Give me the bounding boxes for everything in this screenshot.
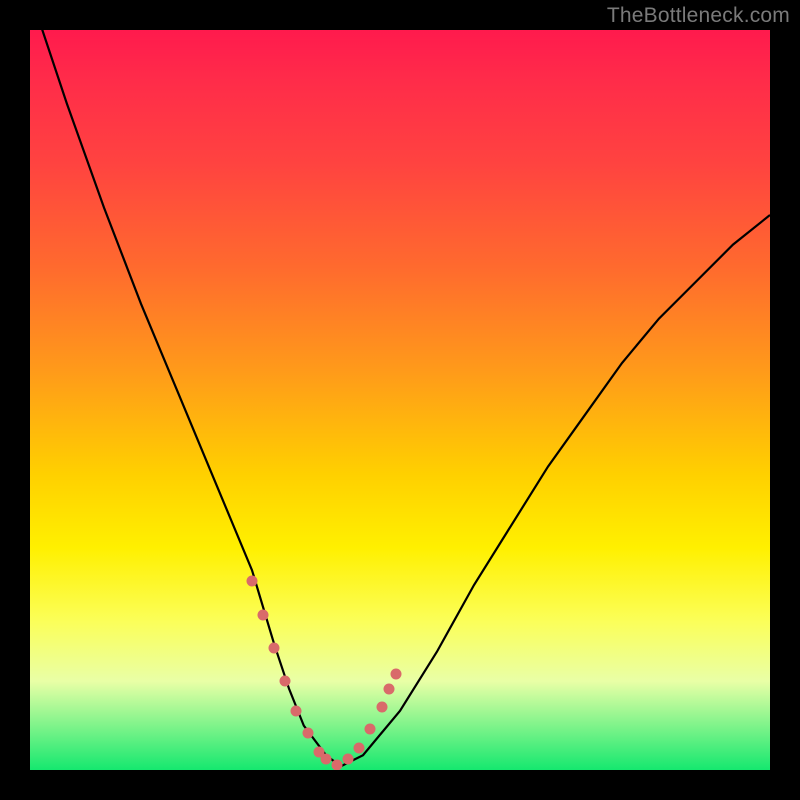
highlight-marker xyxy=(365,724,376,735)
highlight-marker xyxy=(302,728,313,739)
highlight-marker xyxy=(343,753,354,764)
watermark-text: TheBottleneck.com xyxy=(607,4,790,28)
highlight-marker xyxy=(321,753,332,764)
highlight-marker xyxy=(391,668,402,679)
bottleneck-curve xyxy=(30,30,770,770)
highlight-marker xyxy=(383,683,394,694)
highlight-marker xyxy=(269,642,280,653)
chart-frame: TheBottleneck.com xyxy=(0,0,800,800)
highlight-marker xyxy=(247,576,258,587)
plot-area xyxy=(30,30,770,770)
highlight-marker xyxy=(376,702,387,713)
highlight-marker xyxy=(280,676,291,687)
highlight-marker xyxy=(291,705,302,716)
highlight-marker xyxy=(332,759,343,770)
highlight-marker xyxy=(354,742,365,753)
highlight-marker xyxy=(258,609,269,620)
